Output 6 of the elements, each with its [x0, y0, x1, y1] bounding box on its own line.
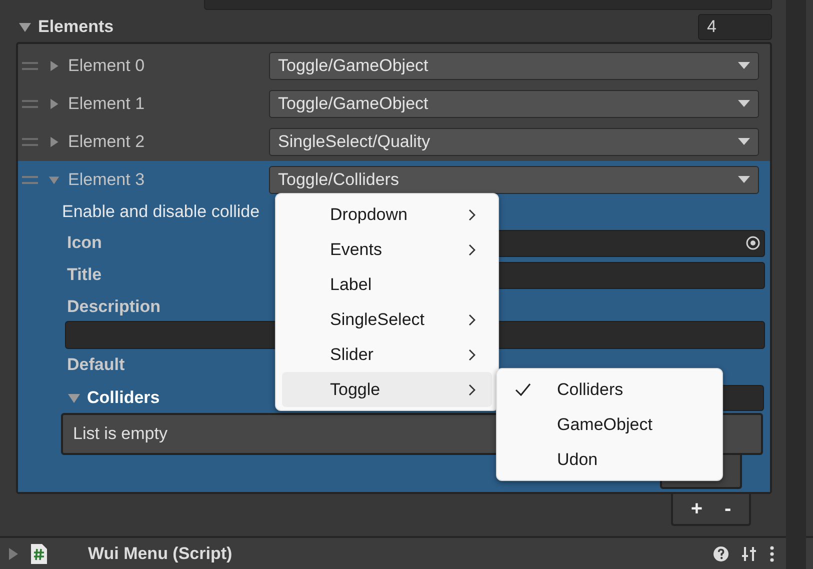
field-label: Description — [67, 296, 162, 318]
field-label: Default — [67, 354, 126, 376]
field-label: Title — [67, 264, 103, 286]
description-text: Enable and disable collide — [62, 202, 260, 221]
component-title: Wui Menu (Script) — [88, 542, 232, 565]
field-label: Icon — [67, 232, 103, 254]
